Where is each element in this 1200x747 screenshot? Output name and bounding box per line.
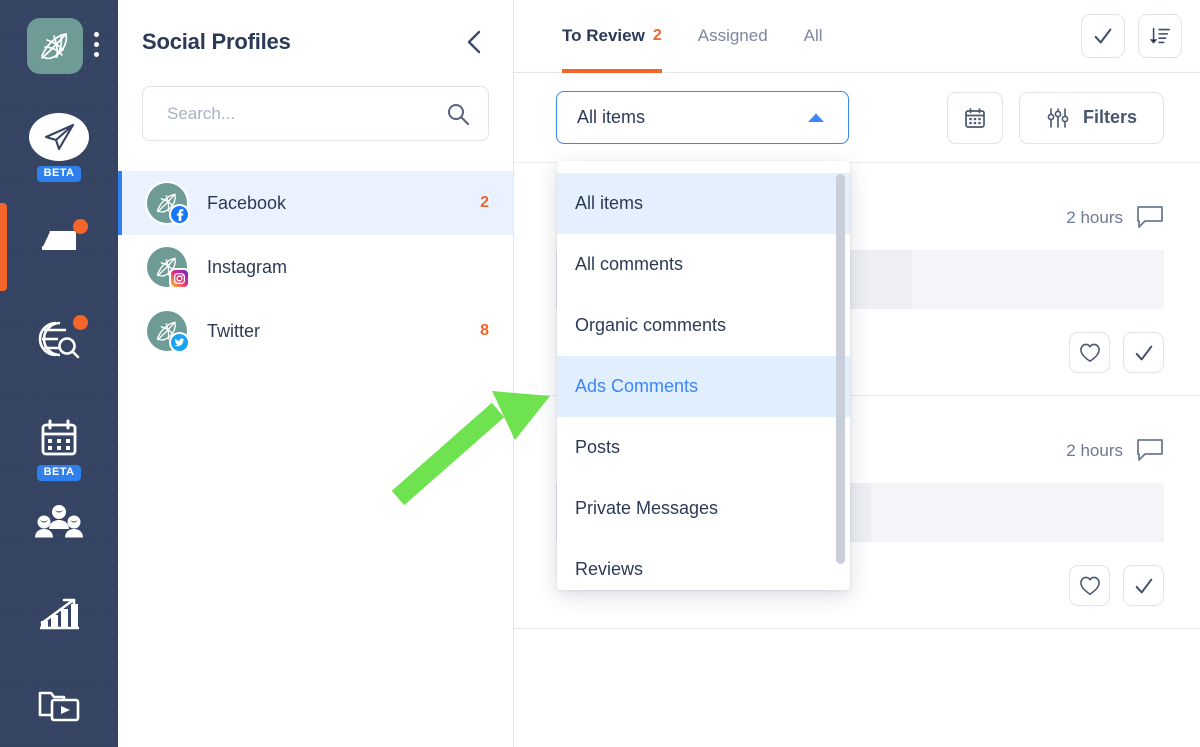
tab-label: Assigned (697, 26, 768, 45)
leaf-globe-logo-icon (41, 33, 68, 60)
dropdown-option-all-comments[interactable]: All comments (557, 234, 850, 295)
beta-badge: BETA (36, 465, 82, 481)
search-input[interactable] (167, 103, 446, 124)
video-folder-icon (38, 691, 80, 722)
globe-search-icon-wrap (36, 315, 88, 360)
collapse-panel-button[interactable] (459, 25, 489, 59)
beta-badge: BETA (36, 166, 82, 182)
dropdown-scrollbar[interactable] (836, 174, 845, 564)
calendar-icon (965, 107, 985, 128)
mark-all-done-button[interactable] (1081, 14, 1125, 58)
kebab-dot (94, 52, 99, 57)
filter-bar: All items Filters (514, 73, 1200, 163)
comment-bubble-icon (1137, 439, 1163, 461)
social-profiles-panel: Social Profiles Search... Facebook 2 Ins… (118, 0, 514, 747)
twitter-icon (169, 332, 190, 353)
filters-label: Filters (1082, 107, 1137, 127)
feed-timestamp: 2 hours (1066, 208, 1123, 227)
tab-all[interactable]: All (804, 0, 823, 73)
search-icon[interactable] (446, 102, 470, 126)
tab-badge: 2 (652, 27, 662, 44)
kebab-dot (94, 32, 99, 37)
chevron-up-icon (808, 113, 824, 122)
dropdown-options: All items All comments Organic comments … (557, 161, 850, 590)
rail-item-team[interactable] (0, 503, 118, 545)
profiles-header: Social Profiles (118, 0, 513, 59)
skeleton-bar (870, 483, 1164, 542)
profile-name: Twitter (207, 320, 261, 341)
profile-list: Facebook 2 Instagram Twitter 8 (118, 171, 513, 363)
item-type-dropdown: All items All comments Organic comments … (557, 161, 850, 590)
approve-button[interactable] (1123, 565, 1164, 606)
kebab-dot (94, 42, 99, 47)
rail-item-monitoring[interactable] (0, 315, 118, 360)
app-root: BETA BETA Social Profiles Search... Face… (0, 0, 1200, 747)
skeleton-bar (912, 250, 1164, 309)
instagram-icon (169, 268, 190, 289)
profile-row-facebook[interactable]: Facebook 2 (118, 171, 513, 235)
tab-label: To Review (562, 26, 645, 45)
inbox-icon-wrap (36, 219, 88, 258)
dropdown-option-organic-comments[interactable]: Organic comments (557, 295, 850, 356)
tab-label: All (803, 26, 823, 45)
select-value: All items (577, 107, 646, 127)
chevron-left-icon (467, 30, 481, 54)
tab-to-review[interactable]: To Review 2 (562, 0, 662, 73)
dropdown-option-posts[interactable]: Posts (557, 417, 850, 478)
calendar-icon (41, 419, 77, 456)
rail-item-media[interactable] (0, 685, 118, 725)
app-logo[interactable] (27, 18, 83, 74)
rail-item-calendar[interactable]: BETA (0, 418, 118, 481)
heart-icon (1079, 576, 1100, 595)
tab-assigned[interactable]: Assigned (698, 0, 768, 73)
notification-dot (73, 315, 88, 330)
sort-button[interactable] (1138, 14, 1182, 58)
dropdown-option-reviews[interactable]: Reviews (557, 539, 850, 590)
avatar (147, 247, 190, 289)
facebook-icon (169, 204, 190, 225)
avatar (147, 311, 190, 353)
sort-descending-icon (1150, 27, 1170, 44)
check-mark-icon (1135, 578, 1152, 593)
comment-bubble-icon (1137, 206, 1163, 228)
heart-icon (1079, 343, 1100, 362)
paper-plane-icon (29, 113, 89, 161)
profile-name: Facebook (207, 192, 287, 213)
rail-kebab-menu[interactable] (94, 32, 99, 57)
notification-dot (73, 219, 88, 234)
rail-item-inbox[interactable] (0, 219, 118, 258)
dropdown-option-ads-comments[interactable]: Ads Comments (557, 356, 850, 417)
profile-name: Instagram (207, 256, 288, 277)
approve-button[interactable] (1123, 332, 1164, 373)
date-range-button[interactable] (946, 91, 1003, 144)
filters-button[interactable]: Filters (1018, 91, 1164, 144)
calendar-icon-wrap (37, 418, 81, 460)
profile-unread-count: 8 (480, 322, 489, 339)
like-button[interactable] (1069, 565, 1110, 606)
profile-unread-count: 2 (480, 194, 489, 211)
like-button[interactable] (1069, 332, 1110, 373)
check-mark-icon (1094, 28, 1112, 44)
paper-plane-icon-wrap (29, 113, 89, 161)
left-nav-rail: BETA BETA (0, 0, 118, 747)
profiles-search[interactable] (142, 86, 489, 141)
dropdown-option-all-items[interactable]: All items (557, 173, 850, 234)
rail-item-publish[interactable]: BETA (0, 113, 118, 182)
sliders-icon (1047, 107, 1069, 128)
page-title: Social Profiles (142, 29, 291, 54)
analytics-growth-icon (40, 598, 79, 630)
tab-bar: To Review 2 Assigned All (514, 0, 1200, 73)
users-group-icon (35, 505, 83, 538)
avatar (147, 183, 190, 225)
item-type-select[interactable]: All items (556, 91, 849, 144)
check-mark-icon (1135, 345, 1152, 360)
profile-row-twitter[interactable]: Twitter 8 (118, 299, 513, 363)
profile-row-instagram[interactable]: Instagram (118, 235, 513, 299)
dropdown-option-private-messages[interactable]: Private Messages (557, 478, 850, 539)
rail-item-analytics[interactable] (0, 595, 118, 635)
feed-timestamp: 2 hours (1066, 441, 1123, 460)
